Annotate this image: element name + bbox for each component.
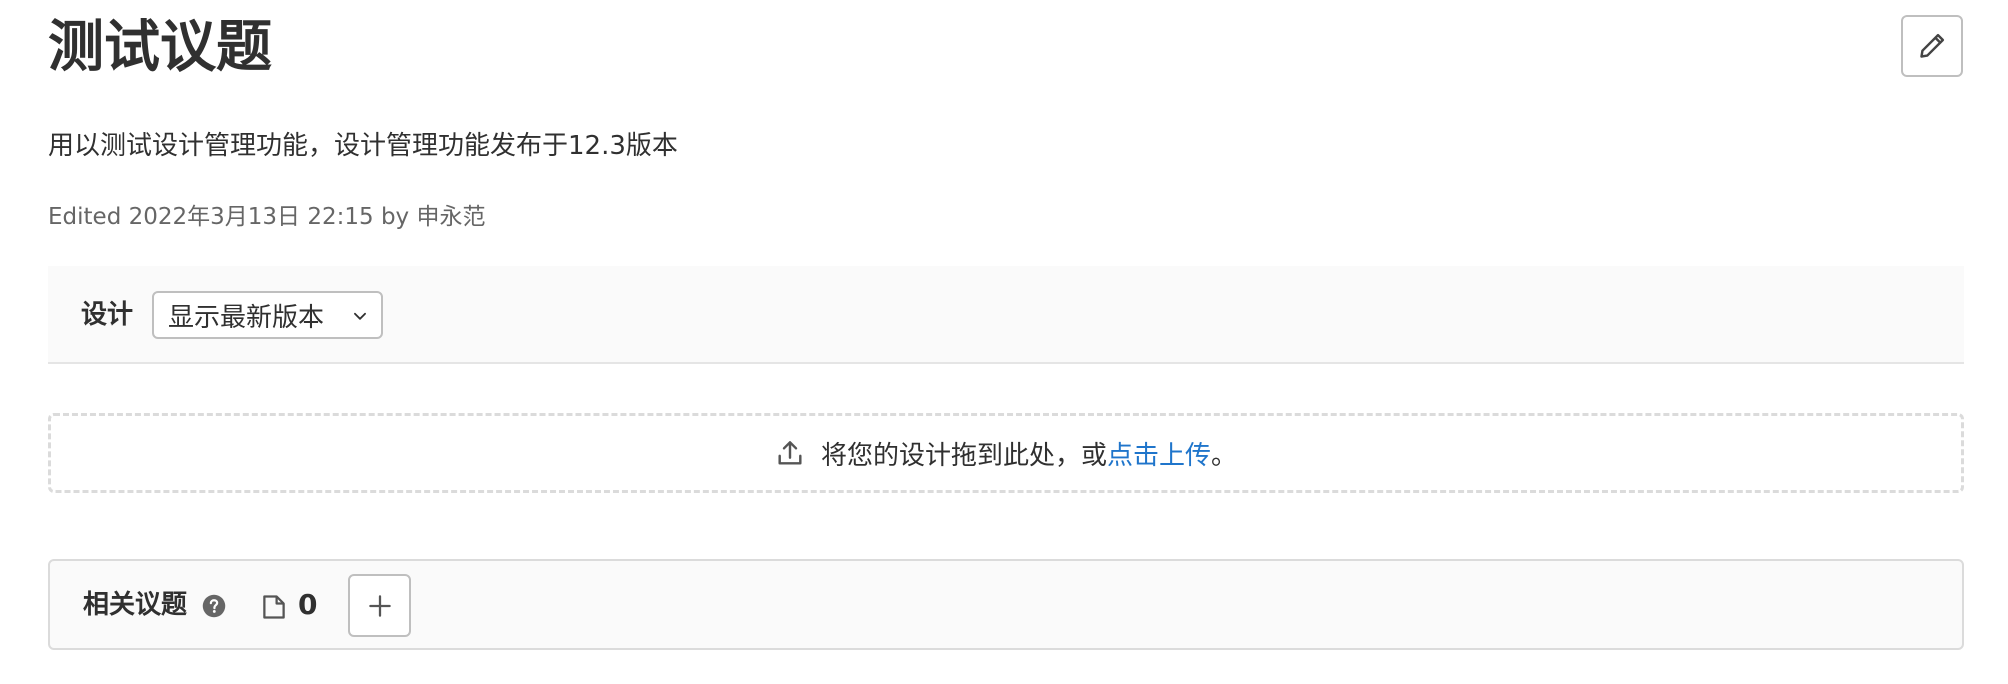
dropzone-suffix: 。	[1211, 440, 1238, 471]
designs-toolbar: 设计 显示最新版本	[48, 266, 1964, 364]
related-issues-label: 相关议题	[83, 590, 188, 620]
pencil-icon	[1920, 33, 1945, 58]
edited-text: Edited 2022年3月13日 22:15 by	[48, 204, 417, 230]
designs-label: 设计	[81, 300, 134, 330]
edit-issue-button[interactable]	[1901, 15, 1963, 77]
edited-info: Edited 2022年3月13日 22:15 by 申永范	[48, 199, 485, 235]
related-issues-panel: 相关议题 0	[48, 559, 1964, 650]
design-version-dropdown[interactable]: 显示最新版本	[152, 291, 383, 339]
issue-description: 用以测试设计管理功能，设计管理功能发布于12.3版本	[48, 131, 678, 161]
dropzone-text: 将您的设计拖到此处，或	[820, 440, 1107, 471]
design-version-selected: 显示最新版本	[168, 302, 325, 333]
upload-icon	[775, 438, 805, 468]
upload-link[interactable]: 点击上传	[1107, 435, 1211, 472]
plus-icon	[368, 594, 391, 617]
add-related-issue-button[interactable]	[348, 574, 411, 637]
related-issues-count: 0	[298, 588, 318, 621]
edited-author-link[interactable]: 申永范	[416, 204, 485, 230]
chevron-down-icon	[354, 312, 366, 320]
question-circle-icon[interactable]	[202, 594, 226, 618]
issue-icon	[263, 595, 285, 619]
issue-title: 测试议题	[48, 15, 272, 80]
design-dropzone[interactable]: 将您的设计拖到此处，或 点击上传。	[48, 413, 1964, 493]
